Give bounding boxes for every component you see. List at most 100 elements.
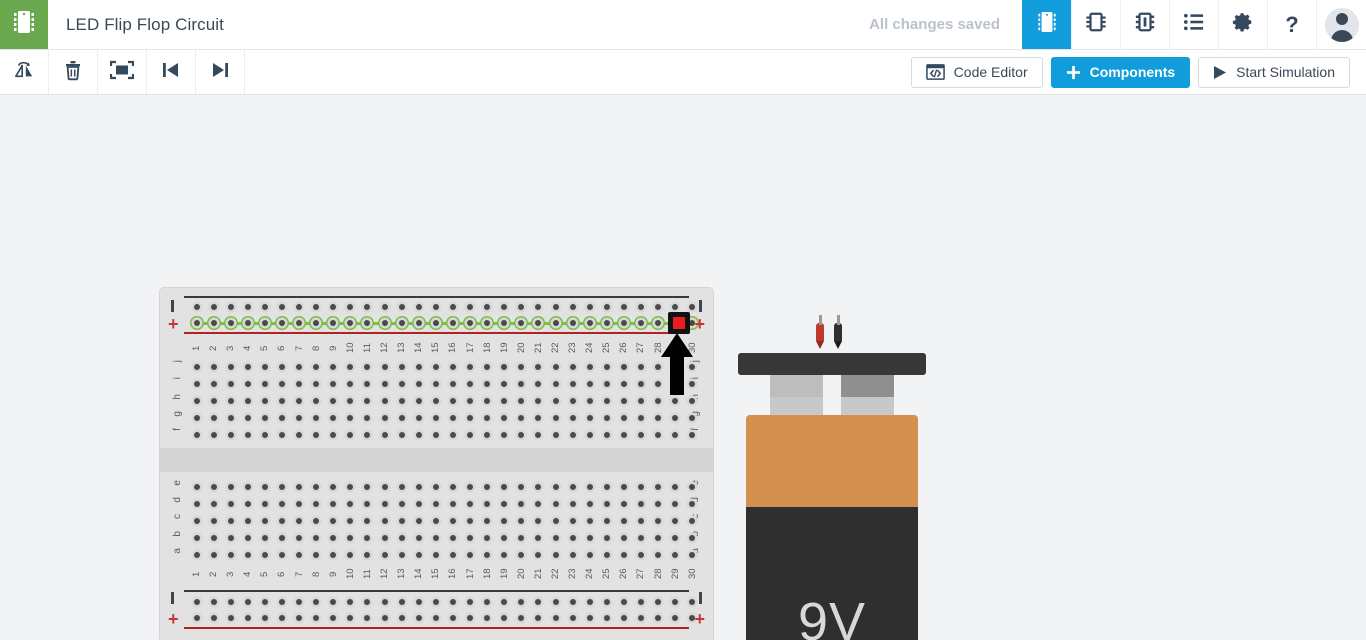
breadboard-hole[interactable] [359,360,376,374]
breadboard-hole[interactable] [256,595,273,609]
breadboard-hole[interactable] [581,480,598,494]
breadboard-hole[interactable] [496,428,513,442]
breadboard-hole[interactable] [291,480,308,494]
breadboard-hole[interactable] [222,300,239,314]
breadboard-hole[interactable] [513,514,530,528]
breadboard-hole[interactable] [530,548,547,562]
breadboard-hole[interactable] [547,595,564,609]
breadboard-hole[interactable] [632,548,649,562]
breadboard-hole[interactable] [222,514,239,528]
breadboard-hole[interactable] [188,514,205,528]
breadboard-hole[interactable] [530,316,547,330]
components-button[interactable]: Components [1050,56,1191,88]
breadboard-hole[interactable] [427,480,444,494]
rotate-icon-button[interactable] [0,50,49,94]
breadboard-hole[interactable] [650,480,667,494]
breadboard-hole[interactable] [325,514,342,528]
breadboard-hole[interactable] [342,411,359,425]
breadboard-hole[interactable] [581,428,598,442]
breadboard-hole[interactable] [444,595,461,609]
breadboard-hole[interactable] [427,611,444,625]
breadboard-hole[interactable] [496,611,513,625]
breadboard-hole[interactable] [598,428,615,442]
breadboard-hole[interactable] [427,548,444,562]
breadboard-hole[interactable] [615,300,632,314]
breadboard-hole[interactable] [376,300,393,314]
breadboard-hole[interactable] [462,497,479,511]
breadboard-hole[interactable] [342,595,359,609]
bottom-rail-negative-holes[interactable] [188,595,701,609]
breadboard-hole[interactable] [273,316,290,330]
user-avatar-button[interactable] [1316,0,1366,49]
breadboard-hole[interactable] [581,531,598,545]
breadboard-hole[interactable] [564,300,581,314]
breadboard-hole[interactable] [564,595,581,609]
breadboard-row[interactable]: jj [160,358,713,375]
breadboard-hole[interactable] [444,428,461,442]
breadboard-hole[interactable] [598,531,615,545]
trash-icon-button[interactable] [49,50,98,94]
breadboard-hole[interactable] [581,611,598,625]
skip-next-icon-button[interactable] [196,50,245,94]
breadboard-hole[interactable] [205,394,222,408]
breadboard-hole[interactable] [564,428,581,442]
breadboard-hole[interactable] [273,411,290,425]
breadboard-hole[interactable] [188,531,205,545]
breadboard-hole[interactable] [547,316,564,330]
breadboard-hole[interactable] [427,360,444,374]
breadboard-hole[interactable] [256,377,273,391]
breadboard-hole[interactable] [239,514,256,528]
breadboard-hole[interactable] [291,595,308,609]
breadboard-hole[interactable] [376,377,393,391]
breadboard-hole[interactable] [222,480,239,494]
breadboard-hole[interactable] [205,377,222,391]
breadboard-hole[interactable] [650,595,667,609]
breadboard-hole[interactable] [256,497,273,511]
breadboard-hole[interactable] [479,377,496,391]
breadboard-hole[interactable] [598,611,615,625]
breadboard-hole[interactable] [564,548,581,562]
breadboard-hole[interactable] [632,411,649,425]
breadboard-hole[interactable] [598,360,615,374]
breadboard-hole[interactable] [496,360,513,374]
breadboard-hole[interactable] [256,531,273,545]
breadboard-hole[interactable] [427,531,444,545]
breadboard-hole[interactable] [291,531,308,545]
breadboard-top-rail[interactable]: + + [160,288,713,338]
breadboard-hole[interactable] [427,514,444,528]
breadboard-hole[interactable] [239,595,256,609]
breadboard-hole[interactable] [359,377,376,391]
breadboard-hole[interactable] [632,480,649,494]
breadboard-hole[interactable] [393,595,410,609]
breadboard-hole[interactable] [342,377,359,391]
breadboard-hole[interactable] [513,531,530,545]
page-title[interactable]: LED Flip Flop Circuit [48,0,224,49]
breadboard-hole[interactable] [581,595,598,609]
breadboard-hole[interactable] [684,595,701,609]
breadboard-hole[interactable] [239,428,256,442]
breadboard-hole[interactable] [325,300,342,314]
breadboard-hole[interactable] [188,377,205,391]
breadboard-hole[interactable] [513,411,530,425]
breadboard-hole[interactable] [667,595,684,609]
breadboard-hole[interactable] [462,411,479,425]
breadboard-hole[interactable] [308,360,325,374]
breadboard-hole[interactable] [650,497,667,511]
breadboard-hole[interactable] [598,411,615,425]
breadboard-hole[interactable] [547,428,564,442]
breadboard-hole[interactable] [479,548,496,562]
breadboard-hole[interactable] [684,480,701,494]
breadboard-hole[interactable] [256,428,273,442]
breadboard-hole[interactable] [598,497,615,511]
breadboard-hole[interactable] [376,595,393,609]
breadboard-hole[interactable] [342,316,359,330]
breadboard-hole[interactable] [222,377,239,391]
breadboard-hole[interactable] [273,531,290,545]
breadboard-hole[interactable] [205,595,222,609]
breadboard-hole[interactable] [222,611,239,625]
breadboard-hole[interactable] [376,531,393,545]
breadboard-hole[interactable] [342,300,359,314]
top-rail-positive-holes[interactable] [188,316,701,330]
breadboard-hole[interactable] [632,595,649,609]
breadboard-hole[interactable] [188,394,205,408]
